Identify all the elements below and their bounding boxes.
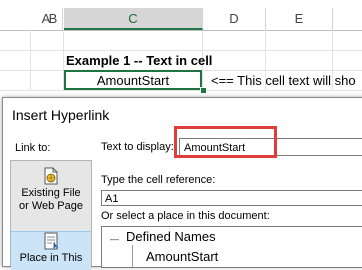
annotation-highlight bbox=[174, 126, 277, 158]
cell-reference-label: Type the cell reference: bbox=[101, 174, 216, 186]
collapse-icon[interactable]: — bbox=[110, 234, 119, 244]
place-tree[interactable]: — Defined Names AmountStart bbox=[101, 226, 362, 268]
cell-reference-input[interactable]: A1 bbox=[101, 190, 362, 206]
link-to-pane: Existing File or Web Page Place in This bbox=[10, 160, 92, 270]
place-in-document-label: Place in This bbox=[19, 252, 83, 264]
existing-file-label-2: or Web Page bbox=[18, 200, 83, 212]
fill-handle[interactable] bbox=[200, 87, 207, 94]
column-header-cells: A B C D E bbox=[0, 8, 362, 31]
globe-file-icon bbox=[43, 167, 59, 185]
cell-note: <== This cell text will sho bbox=[211, 73, 356, 88]
link-to-existing-file[interactable]: Existing File or Web Page bbox=[11, 167, 91, 223]
tree-node-amountstart[interactable]: AmountStart bbox=[146, 249, 218, 264]
tree-node-defined-names[interactable]: Defined Names bbox=[126, 229, 216, 244]
dialog-title: Insert Hyperlink bbox=[12, 107, 110, 123]
column-header-d[interactable]: D bbox=[203, 8, 266, 30]
column-header-b[interactable]: B bbox=[44, 8, 62, 30]
link-to-place-in-document[interactable]: Place in This bbox=[11, 231, 91, 270]
example-title: Example 1 -- Text in cell bbox=[66, 53, 213, 68]
place-in-document-label: Or select a place in this document: bbox=[101, 210, 270, 222]
column-header-c[interactable]: C bbox=[64, 8, 203, 30]
text-to-display-label: Text to display: bbox=[101, 141, 174, 153]
tree-connector bbox=[132, 245, 133, 267]
insert-hyperlink-dialog: Insert Hyperlink Link to: Existing File … bbox=[2, 97, 362, 270]
column-header-e[interactable]: E bbox=[266, 8, 333, 30]
active-cell[interactable]: AmountStart bbox=[64, 70, 202, 90]
place-in-document-icon bbox=[43, 232, 59, 250]
link-to-label: Link to: bbox=[15, 142, 51, 154]
existing-file-label-1: Existing File bbox=[21, 187, 81, 199]
